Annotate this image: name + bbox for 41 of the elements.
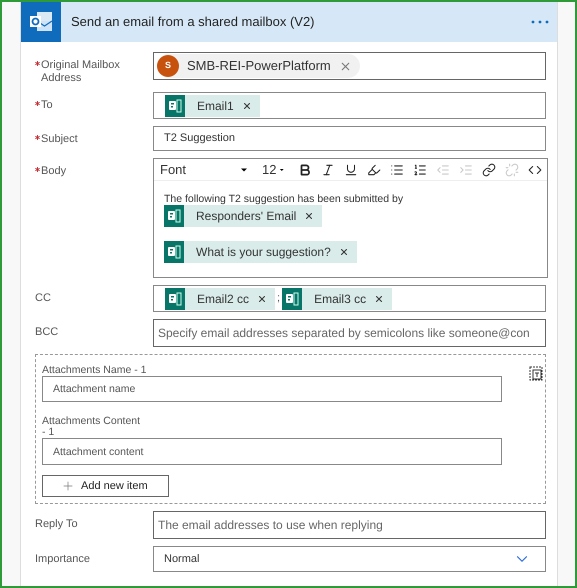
field-label: BCC [35,326,58,339]
body-text: The following T2 suggestion has been submitted by [164,193,404,205]
body-editor[interactable]: Font 12 The following T2 suggestion has been submitted by Responders' Email What is your suggestion? [153,158,548,278]
more-options-icon[interactable] [531,20,549,24]
remove-icon[interactable] [338,247,349,257]
token-chip[interactable]: Email1 [185,94,260,116]
add-new-item-button[interactable]: Add new item [42,475,169,497]
attachment-label: Attachments Name - 1 [42,364,148,376]
subject-field[interactable]: T2 Suggestion [153,126,546,151]
remove-icon[interactable] [304,211,314,221]
field-label: Reply To [35,518,78,531]
remove-icon[interactable] [242,100,252,110]
delete-item-icon[interactable] [529,365,543,381]
person-chip[interactable]: S SMB-REI-PowerPlatform [157,54,360,78]
remove-icon[interactable] [257,294,268,304]
avatar: S [157,55,179,77]
recipients-field[interactable]: Email2 cc ; Email3 cc [153,285,546,312]
text-field[interactable]: The email addresses to use when replying [153,511,546,539]
mailbox-field[interactable]: S SMB-REI-PowerPlatform [153,52,546,80]
text-field[interactable]: Specify email addresses separated by semicolons like someone@con [153,319,546,347]
token-chip[interactable]: Responders' Email [184,205,322,227]
recipients-field[interactable]: Email1 [153,92,546,119]
token-chip[interactable]: What is your suggestion? [184,241,357,263]
field-label: Body [41,165,66,178]
token-chip[interactable]: Email3 cc [302,288,392,310]
field-label: Importance [35,553,90,566]
field-label: To [41,99,53,112]
plus-icon [61,479,75,493]
remove-icon[interactable] [374,294,384,304]
separator: ; [276,291,282,306]
field-label: CC [35,292,51,305]
card-title: Send an email from a shared mailbox (V2) [71,13,316,32]
attachment-label: Attachments Content - 1 [42,416,142,438]
field-label: Original Mailbox Address [41,59,121,85]
size-dropdown[interactable]: 12 [256,160,292,178]
font-dropdown[interactable]: Font [156,160,254,178]
attachment-name-field[interactable]: Attachment name [42,376,502,402]
token-chip[interactable]: Email2 cc [185,288,276,310]
field-label: Subject [41,133,78,146]
importance-dropdown[interactable]: Normal [153,546,546,572]
attachment-content-field[interactable]: Attachment content [42,438,502,465]
